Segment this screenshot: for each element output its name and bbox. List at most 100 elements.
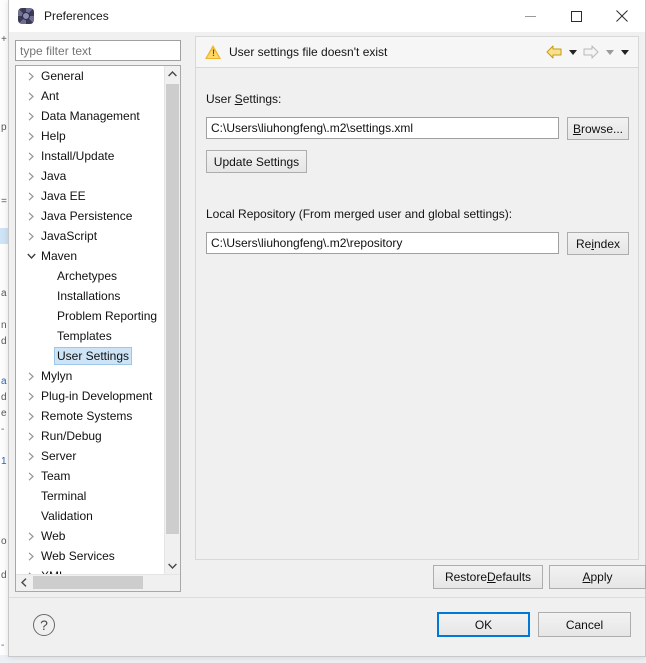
cancel-button[interactable]: Cancel [538,612,631,637]
background-text-fragment: = [1,196,7,207]
user-settings-input[interactable] [206,117,559,139]
chevron-right-icon[interactable] [23,171,39,181]
tree-item-server[interactable]: Server [16,446,166,466]
chevron-right-icon[interactable] [23,211,39,221]
ok-label: OK [474,617,493,632]
scroll-down-icon[interactable] [165,558,180,574]
chevron-right-icon[interactable] [23,391,39,401]
help-glyph: ? [40,617,48,633]
tree-item-label: Java Persistence [41,209,133,223]
restore-defaults-label-post: efaults [495,570,532,584]
tree-item-label: JavaScript [41,229,98,243]
tree-item-plug-in-development[interactable]: Plug-in Development [16,386,166,406]
chevron-right-icon[interactable] [23,431,39,441]
tree-item-label: Plug-in Development [41,389,153,403]
chevron-right-icon[interactable] [23,451,39,461]
scroll-left-icon[interactable] [16,575,32,590]
tree-item-ant[interactable]: Ant [16,86,166,106]
preferences-dialog: Preferences General Ant Data Management Hel… [8,0,646,657]
chevron-down-icon[interactable] [23,253,39,260]
page-content: User Settings: Browse... Update Settings… [195,68,646,589]
view-menu-dropdown-icon[interactable] [618,42,631,62]
dialog-footer: ? OK Cancel [9,597,645,656]
background-text-fragment: - [1,640,5,651]
tree-item-installations[interactable]: Installations [16,286,166,306]
apply-label-post: pply [590,570,613,584]
tree-item-java-ee[interactable]: Java EE [16,186,166,206]
window-controls [507,0,645,32]
scrollbar-corner [165,575,180,591]
tree-item-web-services[interactable]: Web Services [16,546,166,566]
tree-scroll-thumb[interactable] [166,84,179,534]
preferences-tree-pane: General Ant Data Management Help Install/Upd… [15,36,189,596]
browse-button-label: rowse... [581,121,624,136]
chevron-right-icon[interactable] [23,71,39,81]
update-settings-button[interactable]: Update Settings [206,150,307,173]
page-navigation [544,42,631,62]
reindex-button[interactable]: Re i ndex [567,232,629,255]
tree-item-label: Team [41,469,71,483]
back-dropdown-icon[interactable] [566,42,579,62]
tree-item-label: Templates [57,329,112,343]
tree-item-validation[interactable]: Validation [16,506,166,526]
dialog-titlebar[interactable]: Preferences [9,0,645,32]
tree-item-xml[interactable]: XML [16,566,166,574]
tree-item-terminal[interactable]: Terminal [16,486,166,506]
tree-item-templates[interactable]: Templates [16,326,166,346]
tree-item-label: Installations [57,289,121,303]
chevron-right-icon[interactable] [23,411,39,421]
tree-item-java-persistence[interactable]: Java Persistence [16,206,166,226]
tree-item-remote-systems[interactable]: Remote Systems [16,406,166,426]
help-icon[interactable]: ? [33,614,55,636]
tree-item-archetypes[interactable]: Archetypes [16,266,166,286]
back-arrow-icon[interactable] [544,42,564,62]
user-settings-label-post: ettings: [242,92,282,106]
maximize-icon[interactable] [553,0,599,32]
chevron-right-icon[interactable] [23,131,39,141]
local-repository-input[interactable] [206,232,559,254]
ok-button[interactable]: OK [437,612,530,637]
tree-item-javascript[interactable]: JavaScript [16,226,166,246]
tree-item-team[interactable]: Team [16,466,166,486]
apply-button[interactable]: Apply [549,565,646,589]
close-icon[interactable] [599,0,645,32]
chevron-right-icon[interactable] [23,371,39,381]
chevron-right-icon[interactable] [23,551,39,561]
preferences-tree[interactable]: General Ant Data Management Help Install/Upd… [15,65,181,592]
tree-item-maven[interactable]: Maven [16,246,166,266]
tree-item-problem-reporting[interactable]: Problem Reporting [16,306,166,326]
tree-item-general[interactable]: General [16,66,166,86]
preferences-gear-icon [17,7,35,25]
chevron-right-icon[interactable] [23,471,39,481]
background-text-fragment: d [1,570,7,581]
tree-hscroll-thumb[interactable] [33,576,143,589]
tree-item-label: Java [41,169,67,183]
local-repository-label: Local Repository (From merged user and g… [206,207,513,221]
tree-vertical-scrollbar[interactable] [164,66,180,574]
browse-button[interactable]: Browse... [567,117,629,140]
tree-item-user-settings[interactable]: User Settings [16,346,166,366]
chevron-right-icon[interactable] [23,531,39,541]
background-text-fragment: d [1,336,7,347]
background-text-fragment: n [1,320,7,331]
chevron-right-icon[interactable] [23,191,39,201]
restore-defaults-button[interactable]: Restore Defaults [433,565,543,589]
dialog-title: Preferences [44,9,109,23]
chevron-right-icon[interactable] [23,151,39,161]
chevron-right-icon[interactable] [23,91,39,101]
tree-horizontal-scrollbar[interactable] [16,574,180,591]
filter-input[interactable] [15,40,181,61]
tree-item-web[interactable]: Web [16,526,166,546]
cancel-label: Cancel [565,617,604,632]
tree-item-data-management[interactable]: Data Management [16,106,166,126]
minimize-icon[interactable] [507,0,553,32]
tree-item-java[interactable]: Java [16,166,166,186]
tree-item-run-debug[interactable]: Run/Debug [16,426,166,446]
tree-item-install-update[interactable]: Install/Update [16,146,166,166]
chevron-right-icon[interactable] [23,111,39,121]
scroll-up-icon[interactable] [165,66,180,82]
tree-item-mylyn[interactable]: Mylyn [16,366,166,386]
tree-item-label: Web [41,529,66,543]
tree-item-help[interactable]: Help [16,126,166,146]
chevron-right-icon[interactable] [23,231,39,241]
